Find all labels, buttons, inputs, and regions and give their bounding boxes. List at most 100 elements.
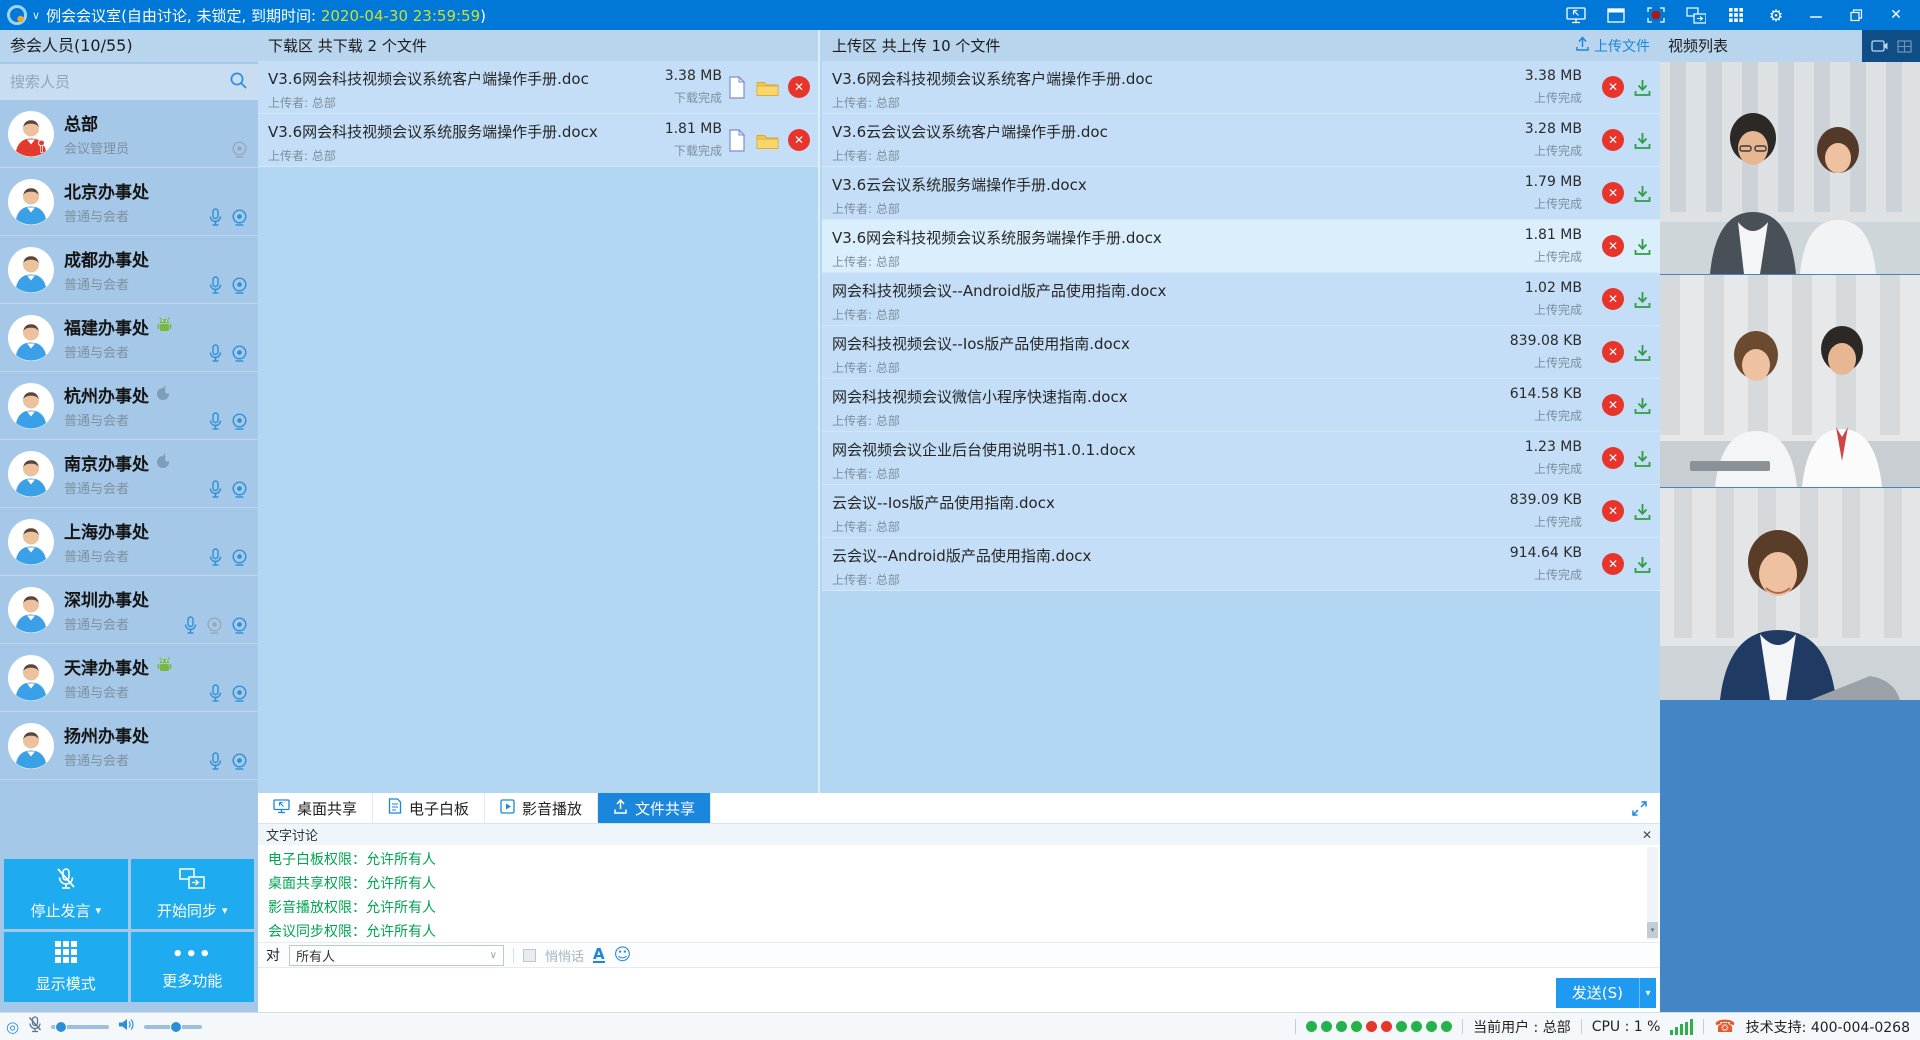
- participant-row[interactable]: 北京办事处 普通与会者: [0, 168, 258, 236]
- participant-row[interactable]: 南京办事处 普通与会者: [0, 440, 258, 508]
- expand-icon[interactable]: [1631, 800, 1660, 817]
- display-mode-button[interactable]: 显示模式: [4, 932, 128, 1002]
- stop-speaking-button[interactable]: 停止发言▾: [4, 859, 128, 929]
- send-button[interactable]: 发送(S): [1556, 978, 1639, 1008]
- menu-chevron-icon[interactable]: ∨: [32, 9, 40, 22]
- delete-file-icon[interactable]: ✕: [1602, 447, 1624, 469]
- download-file-icon[interactable]: [1633, 237, 1652, 256]
- file-row[interactable]: V3.6网会科技视频会议系统客户端操作手册.doc 上传者: 总部 3.38 M…: [822, 61, 1660, 114]
- download-file-icon[interactable]: [1633, 290, 1652, 309]
- file-row[interactable]: V3.6云会议会议系统客户端操作手册.doc 上传者: 总部 3.28 MB上传…: [822, 114, 1660, 167]
- participant-row[interactable]: 成都办事处 普通与会者: [0, 236, 258, 304]
- tab-desktop-share[interactable]: 桌面共享: [258, 793, 373, 823]
- maximize-button[interactable]: [1846, 5, 1866, 25]
- download-file-icon[interactable]: [1633, 184, 1652, 203]
- video-thumbnail[interactable]: [1660, 275, 1920, 487]
- mic-icon[interactable]: [208, 276, 223, 295]
- tab-file-share[interactable]: 文件共享: [598, 793, 711, 823]
- upload-file-button[interactable]: 上传文件: [1575, 36, 1650, 56]
- download-file-icon[interactable]: [1633, 396, 1652, 415]
- delete-file-icon[interactable]: ✕: [1602, 500, 1624, 522]
- scrollbar-thumb[interactable]: ▾: [1647, 922, 1658, 938]
- delete-file-icon[interactable]: ✕: [1602, 553, 1624, 575]
- file-row[interactable]: 网会科技视频会议--Android版产品使用指南.docx 上传者: 总部 1.…: [822, 273, 1660, 326]
- file-row[interactable]: 网会视频会议企业后台使用说明书1.0.1.docx 上传者: 总部 1.23 M…: [822, 432, 1660, 485]
- mic-icon[interactable]: [208, 344, 223, 363]
- mic-icon[interactable]: [208, 480, 223, 499]
- open-folder-icon[interactable]: [756, 131, 779, 150]
- delete-file-icon[interactable]: ✕: [1602, 288, 1624, 310]
- webcam-icon[interactable]: [231, 412, 248, 431]
- tab-media-play[interactable]: 影音播放: [485, 793, 598, 823]
- participant-row[interactable]: 扬州办事处 普通与会者: [0, 712, 258, 780]
- delete-file-icon[interactable]: ✕: [1602, 182, 1624, 204]
- video-thumbnail[interactable]: [1660, 488, 1920, 700]
- whisper-checkbox[interactable]: [523, 949, 536, 962]
- download-file-icon[interactable]: [1633, 449, 1652, 468]
- webcam-disabled-icon[interactable]: [206, 616, 223, 635]
- webcam-icon[interactable]: [231, 684, 248, 703]
- screen-share-icon[interactable]: [1566, 5, 1586, 25]
- webcam-disabled-icon[interactable]: [231, 140, 248, 159]
- delete-file-icon[interactable]: ✕: [1602, 76, 1624, 98]
- delete-file-icon[interactable]: ✕: [1602, 394, 1624, 416]
- font-color-button[interactable]: A: [593, 947, 605, 963]
- smiley-icon[interactable]: ☺: [614, 945, 632, 965]
- webcam-icon[interactable]: [231, 548, 248, 567]
- file-row[interactable]: 网会科技视频会议--Ios版产品使用指南.docx 上传者: 总部 839.08…: [822, 326, 1660, 379]
- delete-file-icon[interactable]: ✕: [788, 76, 810, 98]
- file-row[interactable]: 网会科技视频会议微信小程序快速指南.docx 上传者: 总部 614.58 KB…: [822, 379, 1660, 432]
- mic-icon[interactable]: [208, 208, 223, 227]
- file-row[interactable]: V3.6云会议系统服务端操作手册.docx 上传者: 总部 1.79 MB上传完…: [822, 167, 1660, 220]
- mic-volume-slider[interactable]: [51, 1020, 109, 1034]
- send-options-caret[interactable]: ▾: [1639, 978, 1656, 1008]
- apps-grid-icon[interactable]: [1726, 5, 1746, 25]
- minimize-button[interactable]: [1806, 5, 1826, 25]
- participant-row[interactable]: 福建办事处 普通与会者: [0, 304, 258, 372]
- webcam-icon[interactable]: [231, 276, 248, 295]
- participant-row[interactable]: 总部 会议管理员: [0, 100, 258, 168]
- recipient-select[interactable]: 所有人 ∨: [289, 945, 504, 966]
- participant-row[interactable]: 天津办事处 普通与会者: [0, 644, 258, 712]
- webcam-icon[interactable]: [231, 480, 248, 499]
- mic-icon[interactable]: [208, 548, 223, 567]
- chat-scrollbar[interactable]: ▾: [1647, 847, 1658, 940]
- download-file-icon[interactable]: [1633, 131, 1652, 150]
- mic-icon[interactable]: [208, 412, 223, 431]
- mic-muted-icon[interactable]: [28, 1016, 42, 1037]
- participant-row[interactable]: 深圳办事处 普通与会者: [0, 576, 258, 644]
- mic-icon[interactable]: [183, 616, 198, 635]
- record-icon[interactable]: [1646, 5, 1666, 25]
- webcam-icon[interactable]: [231, 616, 248, 635]
- file-row-selected[interactable]: V3.6网会科技视频会议系统服务端操作手册.docx 上传者: 总部 1.81 …: [822, 220, 1660, 273]
- mic-icon[interactable]: [208, 752, 223, 771]
- file-row[interactable]: 云会议--Android版产品使用指南.docx 上传者: 总部 914.64 …: [822, 538, 1660, 591]
- delete-file-icon[interactable]: ✕: [1602, 235, 1624, 257]
- participant-row[interactable]: 杭州办事处 普通与会者: [0, 372, 258, 440]
- video-layout-icon[interactable]: [1897, 40, 1912, 53]
- file-row[interactable]: V3.6网会科技视频会议系统服务端操作手册.docx 上传者: 总部 1.81 …: [258, 114, 818, 167]
- participant-row[interactable]: 上海办事处 普通与会者: [0, 508, 258, 576]
- download-file-icon[interactable]: [1633, 555, 1652, 574]
- open-file-icon[interactable]: [727, 129, 747, 152]
- close-icon[interactable]: ✕: [1642, 828, 1652, 842]
- speaker-icon[interactable]: [118, 1017, 135, 1036]
- webcam-icon[interactable]: [231, 208, 248, 227]
- chat-input-area[interactable]: 发送(S) ▾: [258, 968, 1660, 1012]
- download-file-icon[interactable]: [1633, 78, 1652, 97]
- network-sync-icon[interactable]: [1686, 5, 1706, 25]
- delete-file-icon[interactable]: ✕: [788, 129, 810, 151]
- search-icon[interactable]: [229, 71, 248, 94]
- download-file-icon[interactable]: [1633, 502, 1652, 521]
- delete-file-icon[interactable]: ✕: [1602, 341, 1624, 363]
- speaker-volume-slider[interactable]: [144, 1020, 202, 1034]
- download-file-icon[interactable]: [1633, 343, 1652, 362]
- webcam-icon[interactable]: [231, 344, 248, 363]
- video-capture-icon[interactable]: [1871, 39, 1888, 53]
- chevron-down-icon[interactable]: ▾: [222, 904, 228, 917]
- settings-gear-icon[interactable]: ⚙: [1766, 5, 1786, 25]
- chevron-down-icon[interactable]: ▾: [95, 904, 101, 917]
- open-file-icon[interactable]: [727, 76, 747, 99]
- audio-monitor-icon[interactable]: ◎: [6, 1018, 19, 1036]
- webcam-icon[interactable]: [231, 752, 248, 771]
